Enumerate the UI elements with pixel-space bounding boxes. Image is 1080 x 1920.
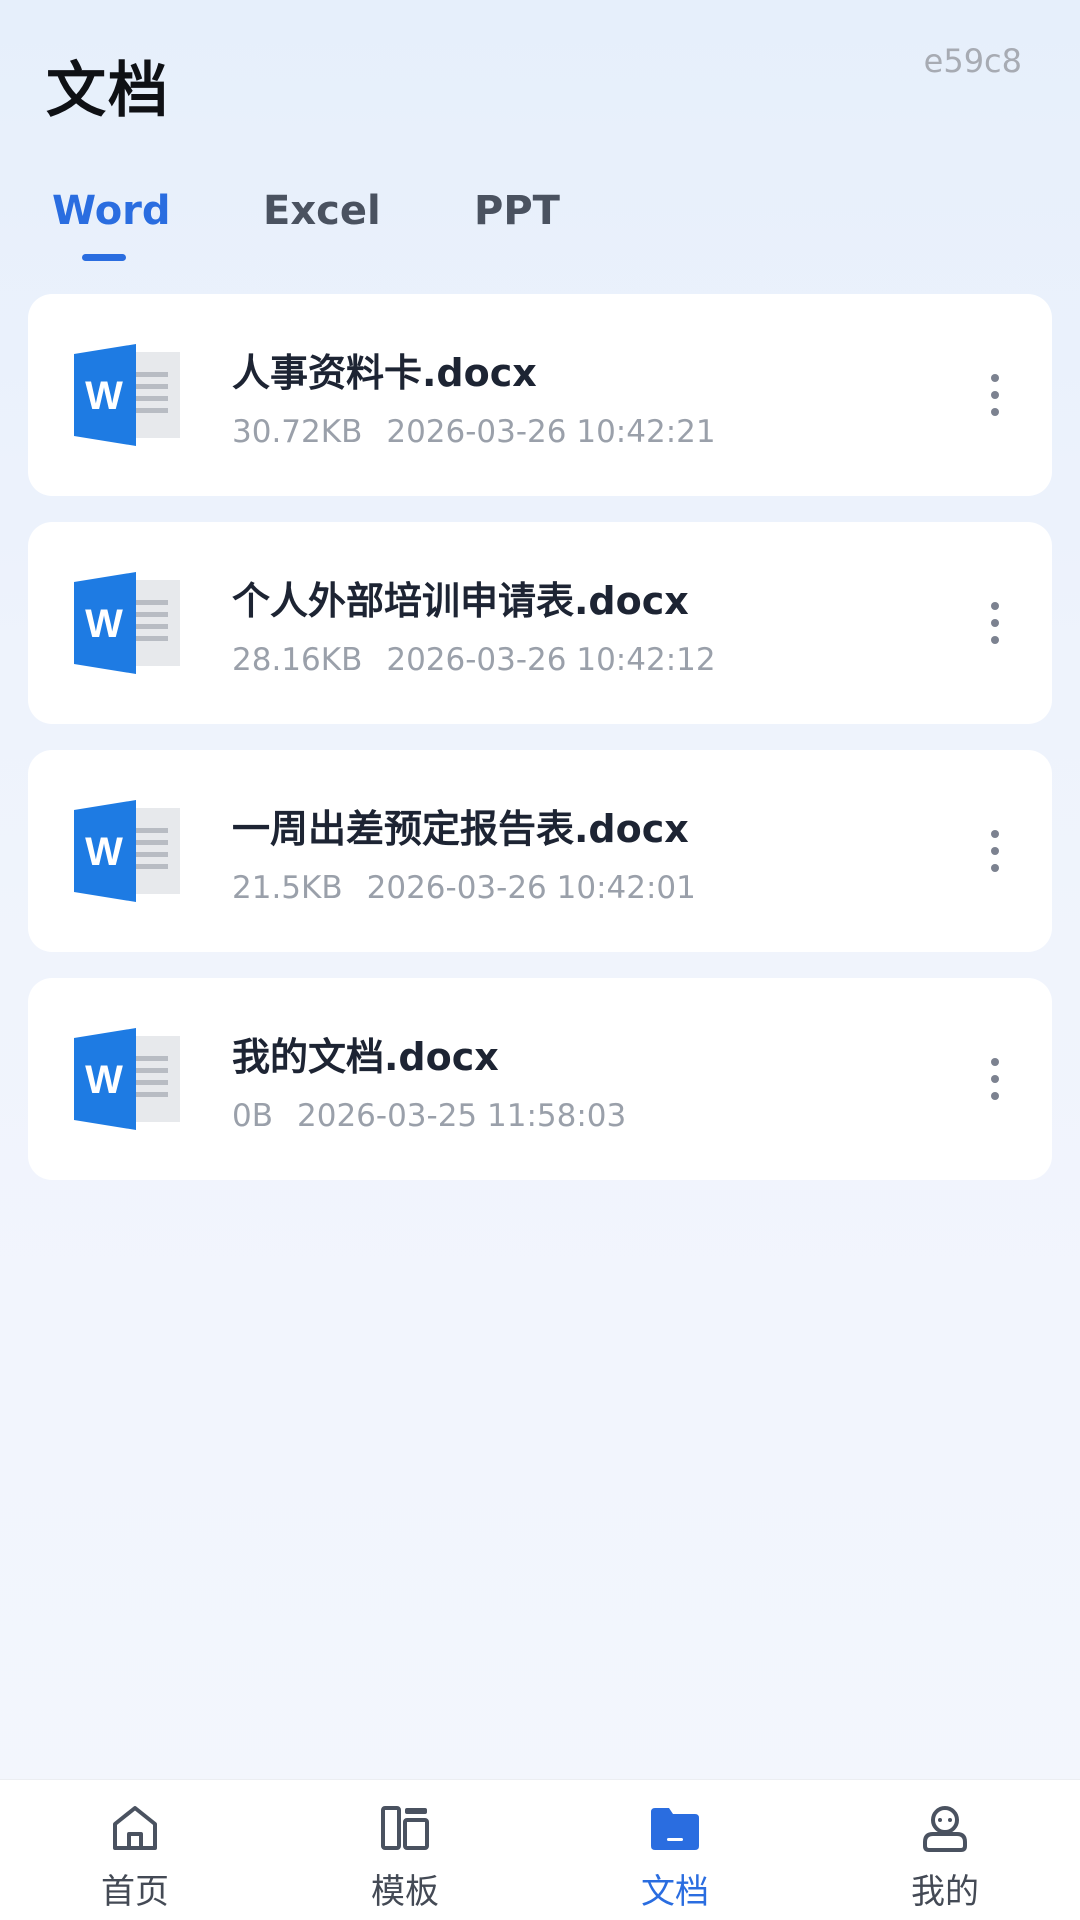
device-id: e59c8 [923, 42, 1022, 80]
nav-documents-label: 文档 [641, 1872, 709, 1912]
document-card[interactable]: W 个人外部培训申请表.docx 28.16KB 2026-03-26 10:42… [28, 522, 1052, 724]
document-name: 个人外部培训申请表.docx [232, 579, 689, 623]
document-modified: 2026-03-26 10:42:01 [366, 870, 696, 906]
document-modified: 2026-03-26 10:42:12 [386, 642, 716, 678]
nav-profile-label: 我的 [911, 1872, 979, 1912]
nav-home-label: 首页 [101, 1872, 169, 1912]
tab-ppt-label: PPT [474, 188, 560, 234]
nav-template-label: 模板 [371, 1872, 439, 1912]
document-card[interactable]: W 一周出差预定报告表.docx 21.5KB 2026-03-26 10:42:… [28, 750, 1052, 952]
document-card[interactable]: W 我的文档.docx 0B 2026-03-25 11:58:03 [28, 978, 1052, 1180]
nav-home[interactable]: 首页 [0, 1780, 270, 1920]
document-modified: 2026-03-26 10:42:21 [386, 414, 716, 450]
more-dot-icon [991, 636, 999, 644]
svg-text:W: W [85, 830, 123, 874]
active-tab-indicator [82, 254, 126, 261]
word-doc-icon: W [74, 1028, 180, 1130]
tab-excel[interactable]: Excel [263, 188, 474, 234]
tab-excel-label: Excel [263, 188, 381, 234]
more-options-button[interactable] [980, 370, 1010, 420]
tab-ppt[interactable]: PPT [474, 188, 594, 234]
more-options-button[interactable] [980, 826, 1010, 876]
word-doc-icon: W [74, 572, 180, 674]
document-meta: 0B 2026-03-25 11:58:03 [232, 1098, 626, 1134]
document-card[interactable]: W 人事资料卡.docx 30.72KB 2026-03-26 10:42:21 [28, 294, 1052, 496]
document-name: 一周出差预定报告表.docx [232, 807, 689, 851]
document-size: 21.5KB [232, 870, 343, 906]
more-dot-icon [991, 374, 999, 382]
more-dot-icon [991, 1092, 999, 1100]
nav-template[interactable]: 模板 [270, 1780, 540, 1920]
page-title: 文档 [46, 56, 170, 126]
more-dot-icon [991, 602, 999, 610]
bottom-nav: 首页 模板 文档 我的 [0, 1779, 1080, 1920]
more-dot-icon [991, 830, 999, 838]
document-size: 0B [232, 1098, 273, 1134]
document-meta: 21.5KB 2026-03-26 10:42:01 [232, 870, 696, 906]
profile-icon [923, 1806, 967, 1852]
home-icon [113, 1806, 157, 1850]
word-doc-icon: W [74, 344, 180, 446]
document-meta: 30.72KB 2026-03-26 10:42:21 [232, 414, 716, 450]
more-options-button[interactable] [980, 1054, 1010, 1104]
svg-text:W: W [85, 602, 123, 646]
document-size: 30.72KB [232, 414, 363, 450]
more-dot-icon [991, 619, 999, 627]
document-name: 我的文档.docx [232, 1035, 499, 1079]
svg-text:W: W [85, 1058, 123, 1102]
tab-word-label: Word [52, 188, 171, 234]
folder-icon [651, 1808, 699, 1850]
svg-text:W: W [85, 374, 123, 418]
template-icon [381, 1806, 429, 1850]
more-dot-icon [991, 1058, 999, 1066]
more-dot-icon [991, 1075, 999, 1083]
more-options-button[interactable] [980, 598, 1010, 648]
tab-word[interactable]: Word [52, 188, 263, 261]
nav-profile[interactable]: 我的 [810, 1780, 1080, 1920]
document-size: 28.16KB [232, 642, 363, 678]
document-meta: 28.16KB 2026-03-26 10:42:12 [232, 642, 716, 678]
word-doc-icon: W [74, 800, 180, 902]
more-dot-icon [991, 847, 999, 855]
document-list: W 人事资料卡.docx 30.72KB 2026-03-26 10:42:21 … [28, 294, 1052, 1206]
more-dot-icon [991, 864, 999, 872]
more-dot-icon [991, 391, 999, 399]
more-dot-icon [991, 408, 999, 416]
document-modified: 2026-03-25 11:58:03 [297, 1098, 627, 1134]
doc-type-tabs: Word Excel PPT [52, 188, 594, 261]
nav-documents[interactable]: 文档 [540, 1780, 810, 1920]
document-name: 人事资料卡.docx [232, 351, 537, 395]
